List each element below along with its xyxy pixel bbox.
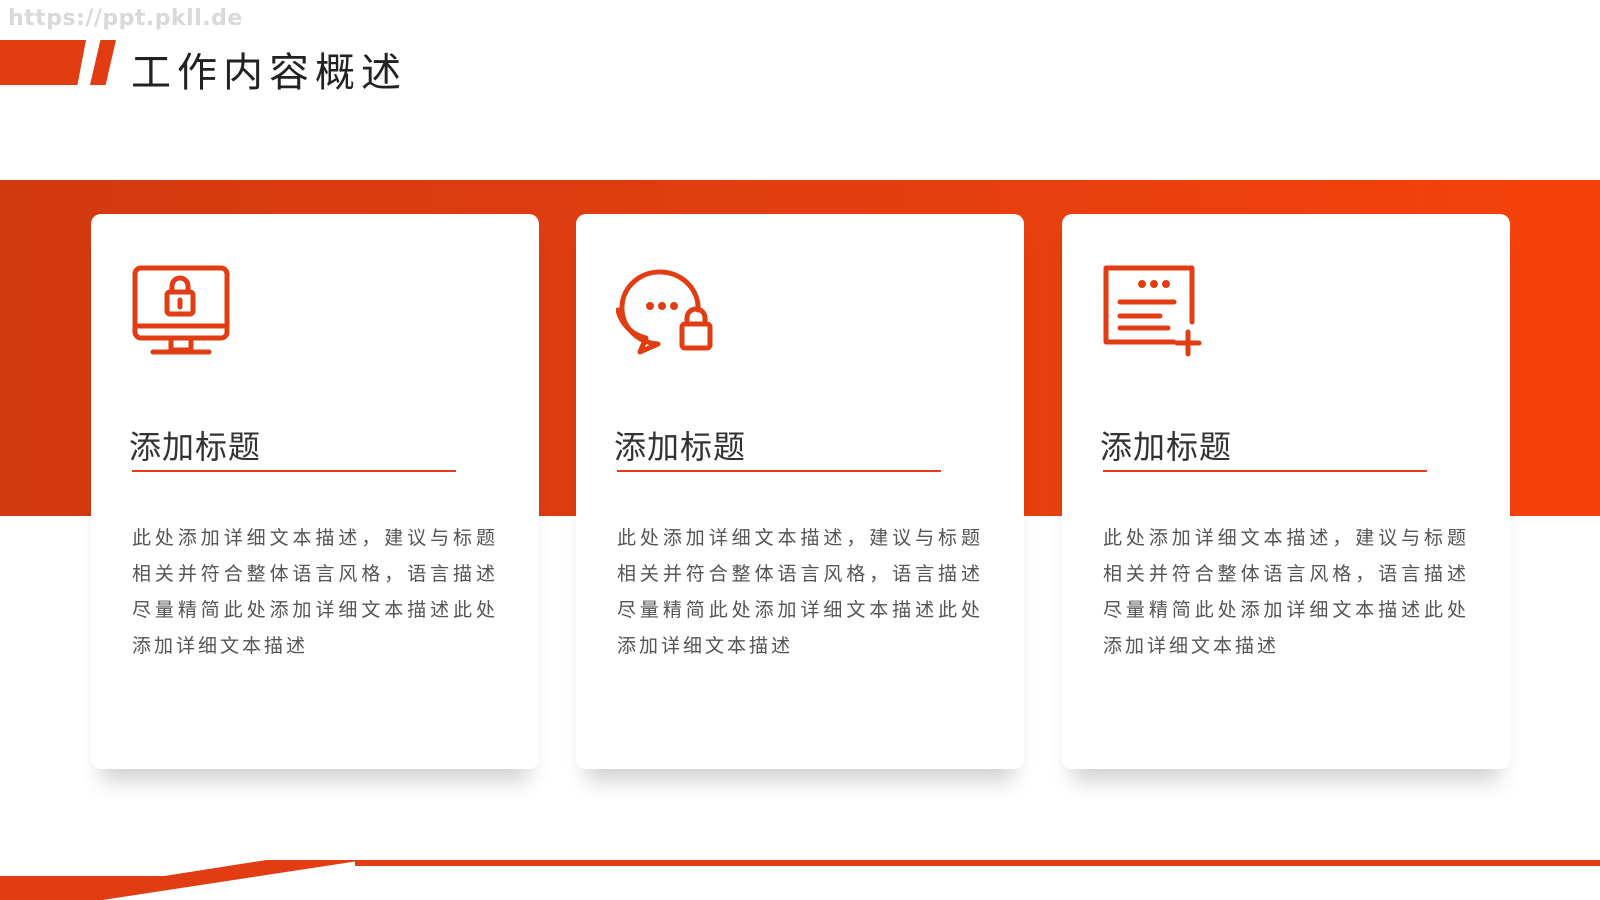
card-1: 添加标题 此处添加详细文本描述，建议与标题相关并符合整体语言风格，语言描述尽量精… bbox=[91, 214, 539, 769]
card-title: 添加标题 bbox=[129, 428, 262, 466]
card-title: 添加标题 bbox=[1100, 428, 1233, 466]
title-accent-slash bbox=[90, 40, 116, 85]
card-description: 此处添加详细文本描述，建议与标题相关并符合整体语言风格，语言描述尽量精简此处添加… bbox=[617, 527, 983, 657]
chat-lock-icon bbox=[615, 264, 716, 364]
card-title-underline bbox=[617, 470, 941, 472]
page-title: 工作内容概述 bbox=[131, 50, 407, 96]
title-accent-bar bbox=[0, 40, 86, 85]
footer-accent-wedge bbox=[0, 860, 365, 900]
card-description: 此处添加详细文本描述，建议与标题相关并符合整体语言风格，语言描述尽量精简此处添加… bbox=[132, 527, 498, 657]
card-2: 添加标题 此处添加详细文本描述，建议与标题相关并符合整体语言风格，语言描述尽量精… bbox=[576, 214, 1024, 769]
monitor-lock-icon bbox=[131, 264, 231, 364]
card-title-underline bbox=[132, 470, 456, 472]
footer-accent-line bbox=[355, 860, 1600, 866]
card-title: 添加标题 bbox=[614, 428, 747, 466]
watermark: https://ppt.pkll.de bbox=[8, 6, 243, 31]
card-3: 添加标题 此处添加详细文本描述，建议与标题相关并符合整体语言风格，语言描述尽量精… bbox=[1062, 214, 1510, 769]
card-title-underline bbox=[1103, 470, 1427, 472]
document-add-icon bbox=[1102, 264, 1202, 364]
card-description: 此处添加详细文本描述，建议与标题相关并符合整体语言风格，语言描述尽量精简此处添加… bbox=[1103, 527, 1469, 657]
